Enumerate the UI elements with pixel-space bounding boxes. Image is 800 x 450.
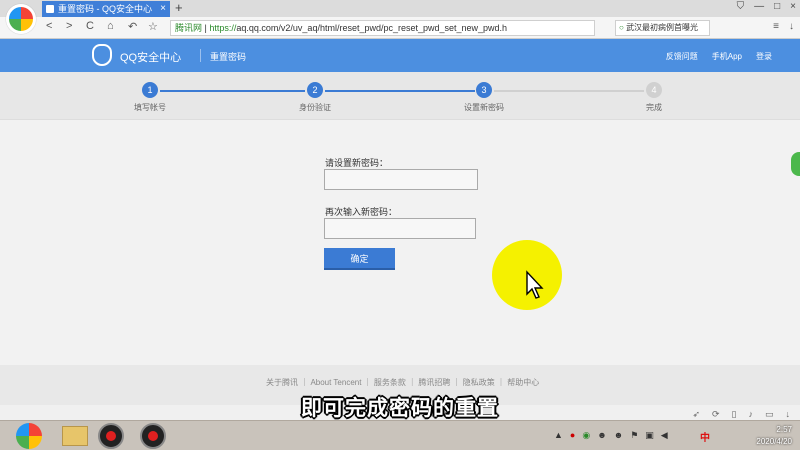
video-subtitle: 即可完成密码的重置 — [301, 397, 499, 420]
tray-expand-icon[interactable]: ▲ — [554, 430, 563, 441]
browser-toolbar-right: ≡ ↓ — [773, 21, 794, 32]
qq-tray-icon[interactable]: ☻ — [614, 430, 623, 441]
browser-tab-bar: 重置密码 - QQ安全中心 × + ⛉ — □ × — [0, 0, 800, 34]
step-number: 4 — [646, 82, 662, 98]
progress-steps: 1 填写帐号 2 身份验证 3 设置新密码 4 完成 — [0, 72, 800, 120]
minimize-button[interactable]: — — [754, 1, 764, 12]
qq-tray-icon[interactable]: ☻ — [597, 430, 606, 441]
qq-favicon-icon — [46, 5, 54, 13]
header-divider — [200, 49, 201, 62]
confirm-button[interactable]: 确定 — [324, 248, 395, 270]
side-float-tab[interactable] — [791, 152, 800, 176]
footer-links[interactable]: 关于腾讯 ｜ About Tencent ｜ 服务条款 ｜ 腾讯招聘 ｜ 隐私政… — [266, 377, 539, 388]
windows-taskbar: ▲ ● ◉ ☻ ☻ ⚑ ▣ ◀ 中 2:57 2020/4/20 — [0, 420, 800, 450]
clock-date: 2020/4/20 — [756, 437, 792, 446]
flag-tray-icon[interactable]: ⚑ — [630, 430, 638, 441]
url-text: aq.qq.com/v2/uv_aq/html/reset_pwd/pc_res… — [236, 23, 508, 33]
browser-logo-icon[interactable] — [6, 4, 36, 34]
close-window-button[interactable]: × — [790, 1, 796, 12]
back-button[interactable]: < — [46, 20, 52, 32]
taskbar-clock[interactable]: 2:57 2020/4/20 — [756, 424, 792, 448]
refresh-button[interactable]: C — [86, 20, 94, 32]
step-label: 填写帐号 — [134, 103, 166, 112]
new-password-input[interactable] — [324, 169, 478, 190]
volume-tray-icon[interactable]: ◀ — [661, 430, 668, 441]
feedback-link[interactable]: 反馈问题 — [666, 51, 698, 62]
forward-button[interactable]: > — [66, 20, 72, 32]
site-name: 腾讯网 — [175, 23, 203, 33]
download-icon[interactable]: ↓ — [789, 21, 794, 32]
mobile-app-link[interactable]: 手机App — [712, 51, 742, 62]
record-tray-icon[interactable]: ● — [570, 430, 575, 441]
step-label: 身份验证 — [299, 103, 331, 112]
browser-tab-active[interactable]: 重置密码 - QQ安全中心 × — [42, 1, 170, 17]
step-1: 1 填写帐号 — [110, 82, 190, 113]
site-title[interactable]: QQ安全中心 — [120, 49, 181, 65]
step-label: 设置新密码 — [464, 103, 504, 112]
recorder-taskbar-icon[interactable] — [98, 423, 124, 449]
undo-button[interactable]: ↶ — [128, 20, 137, 33]
step-number: 2 — [307, 82, 323, 98]
bookmark-icon[interactable]: ☆ — [148, 20, 158, 33]
clock-time: 2:57 — [776, 425, 792, 434]
step-2: 2 身份验证 — [275, 82, 355, 113]
qq-security-logo-icon[interactable] — [92, 44, 112, 66]
step-4: 4 完成 — [614, 82, 694, 113]
page-subtitle: 重置密码 — [210, 52, 247, 62]
tab-title: 重置密码 - QQ安全中心 — [58, 4, 152, 14]
tab-close-icon[interactable]: × — [160, 1, 166, 17]
security-tray-icon[interactable]: ◉ — [582, 430, 590, 441]
site-header: QQ安全中心 重置密码 反馈问题 手机App 登录 — [0, 39, 800, 72]
address-bar[interactable]: 腾讯网 | https://aq.qq.com/v2/uv_aq/html/re… — [170, 20, 595, 36]
step-label: 完成 — [646, 103, 662, 112]
header-links: 反馈问题 手机App 登录 — [666, 51, 772, 62]
network-tray-icon[interactable]: ▣ — [645, 430, 654, 441]
login-link[interactable]: 登录 — [756, 51, 772, 62]
new-password-label: 请设置新密码： — [325, 158, 389, 168]
step-number: 3 — [476, 82, 492, 98]
new-tab-button[interactable]: + — [175, 0, 183, 16]
browser-nav-bar: < > C ⌂ ↶ ☆ 腾讯网 | https://aq.qq.com/v2/u… — [0, 17, 800, 39]
system-tray: ▲ ● ◉ ☻ ☻ ⚑ ▣ ◀ — [554, 430, 668, 441]
recorder-taskbar-icon[interactable] — [140, 423, 166, 449]
skin-icon[interactable]: ⛉ — [737, 1, 745, 12]
confirm-password-label: 再次输入新密码： — [325, 207, 398, 217]
maximize-button[interactable]: □ — [774, 1, 780, 12]
browser-taskbar-icon[interactable] — [16, 423, 42, 449]
step-3: 3 设置新密码 — [444, 82, 524, 113]
news-text: 武汉最初病例首曝光 — [626, 23, 699, 32]
menu-icon[interactable]: ≡ — [773, 21, 779, 32]
step-number: 1 — [142, 82, 158, 98]
folder-taskbar-icon[interactable] — [62, 426, 88, 446]
confirm-password-input[interactable] — [324, 218, 476, 239]
news-ticker[interactable]: ○ 武汉最初病例首曝光 — [615, 20, 710, 36]
news-icon: ○ — [619, 23, 627, 32]
window-controls: ⛉ — □ × — [737, 1, 796, 12]
ime-indicator[interactable]: 中 — [700, 429, 710, 444]
url-protocol: https:// — [209, 23, 237, 33]
home-button[interactable]: ⌂ — [107, 20, 114, 32]
reset-password-form — [0, 120, 800, 365]
mouse-cursor-icon — [526, 270, 544, 299]
